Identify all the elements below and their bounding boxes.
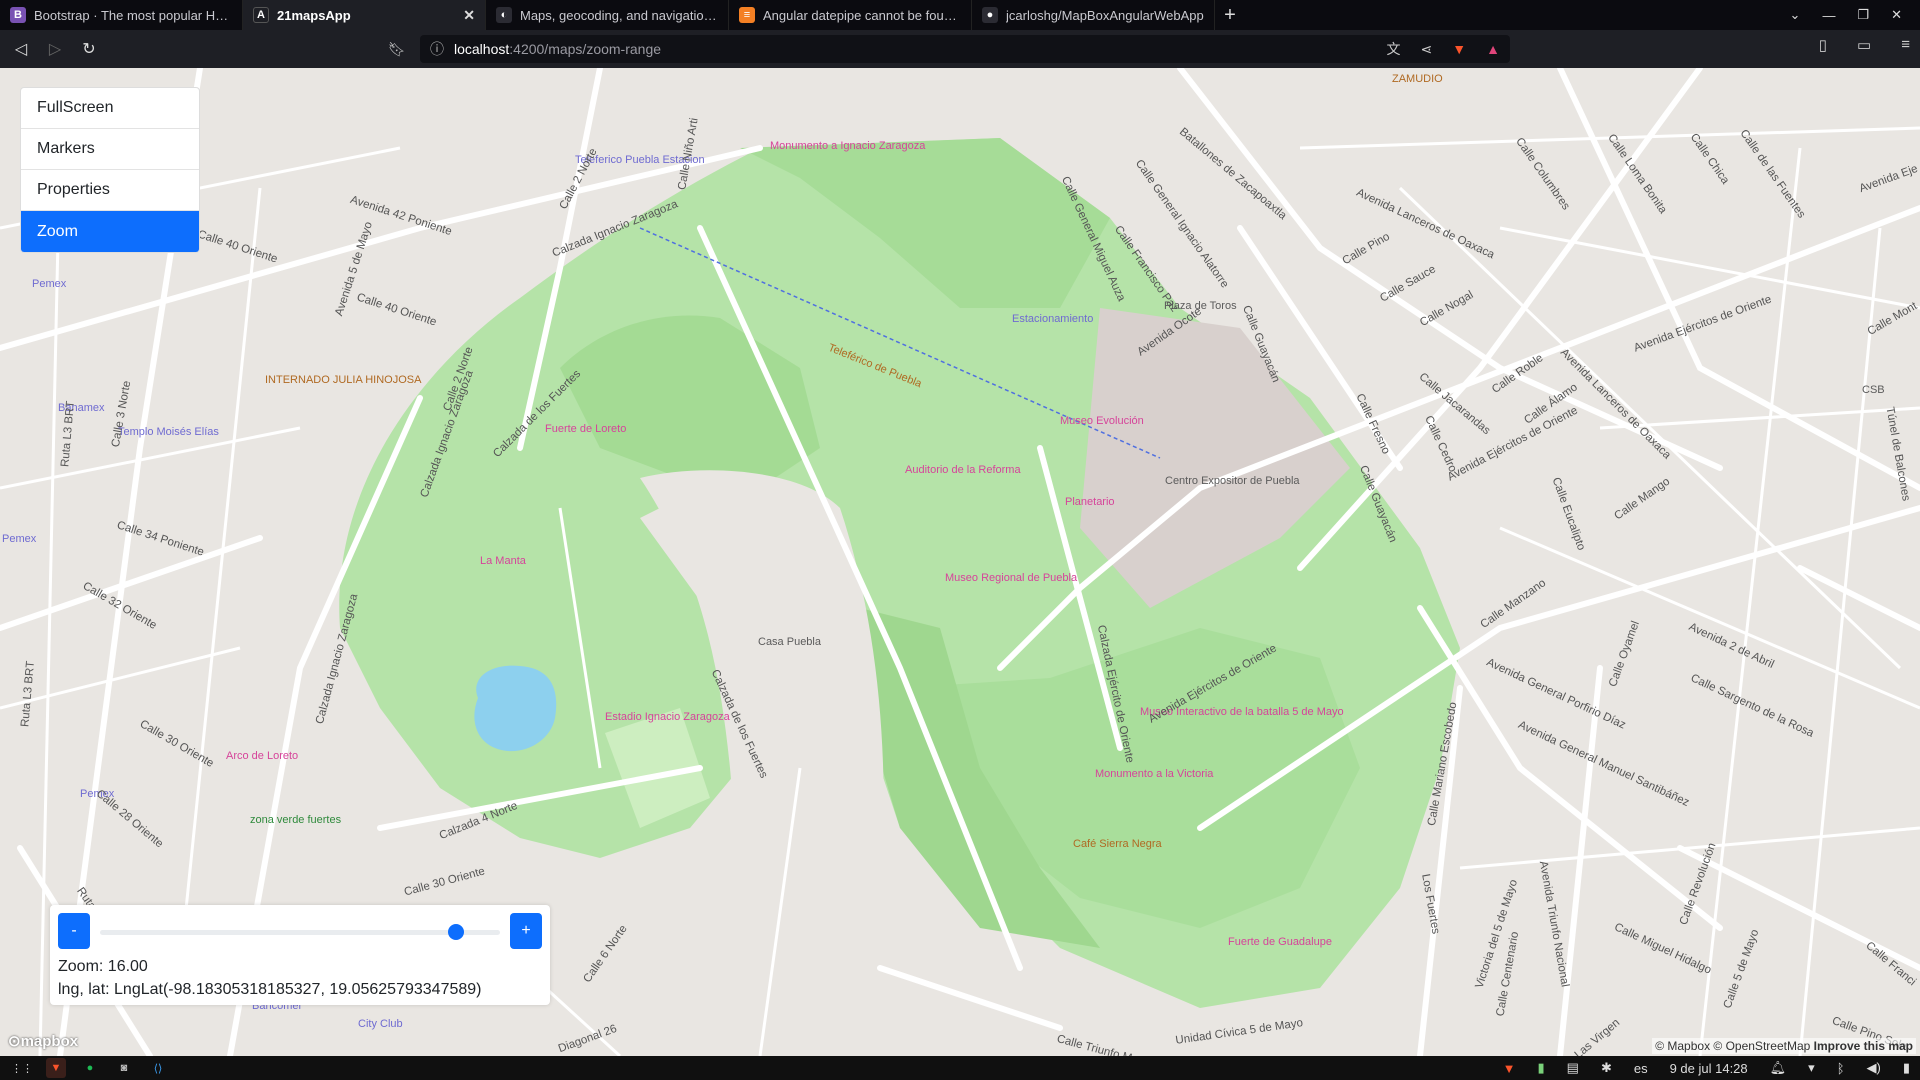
poi-fuerte-loreto[interactable]: Fuerte de Loreto xyxy=(545,423,626,435)
tab-title: 21mapsApp xyxy=(277,7,351,23)
reload-icon[interactable]: ↻ xyxy=(76,36,102,62)
poi-pemex-2[interactable]: Pemex xyxy=(2,533,36,545)
restore-icon[interactable]: ❐ xyxy=(1857,7,1869,23)
url-host: localhost xyxy=(454,41,510,57)
battery-monitor-icon[interactable]: ▮ xyxy=(1537,1060,1544,1076)
tab-mapbox[interactable]: ◐ Maps, geocoding, and navigation API xyxy=(486,0,729,30)
tab-bar: B Bootstrap · The most popular HTML, A 2… xyxy=(0,0,1920,30)
clipboard-icon[interactable]: ▤ xyxy=(1567,1060,1579,1076)
poi-cafe[interactable]: Café Sierra Negra xyxy=(1073,838,1162,850)
stackoverflow-icon: ≡ xyxy=(739,7,755,23)
bookmark-icon[interactable]: 🔖︎ xyxy=(388,41,406,58)
mapbox-logo[interactable]: ⊙mapbox xyxy=(8,1032,78,1050)
zoom-level-text: Zoom: 16.00 xyxy=(58,958,148,975)
maps-menu: FullScreen Markers Properties Zoom xyxy=(20,87,200,253)
lnglat-text: lng, lat: LngLat(-98.18305318185327, 19.… xyxy=(58,981,482,998)
poi-arco-loreto[interactable]: Arco de Loreto xyxy=(226,750,298,762)
forward-icon[interactable]: ▷ xyxy=(42,36,68,62)
tab-title: jcarloshg/MapBoxAngularWebApp xyxy=(1006,7,1204,23)
keyboard-language[interactable]: es xyxy=(1634,1061,1648,1076)
poi-monumento-zaragoza[interactable]: Monumento a Ignacio Zaragoza xyxy=(770,140,925,152)
brave-shield-icon[interactable]: ▼ xyxy=(1452,41,1466,57)
translate-icon[interactable]: 文 xyxy=(1387,39,1401,59)
app-grid-icon[interactable]: ⋮⋮ xyxy=(11,1058,33,1078)
back-icon[interactable]: ◁ xyxy=(8,36,34,62)
tab-title: Bootstrap · The most popular HTML, xyxy=(34,7,232,23)
map-canvas[interactable]: Monumento a Ignacio Zaragoza Teleferico … xyxy=(0,68,1920,1056)
close-tab-icon[interactable]: ✕ xyxy=(463,7,475,24)
poi-museo-evolucion[interactable]: Museo Evolución xyxy=(1060,415,1144,427)
poi-auditorio[interactable]: Auditorio de la Reforma xyxy=(905,464,1021,476)
poi-planetario[interactable]: Planetario xyxy=(1065,496,1115,508)
url-path: :4200/maps/zoom-range xyxy=(509,41,662,57)
window-controls: ⌄ — ❐ ✕ xyxy=(1790,0,1920,30)
poi-zona-verde[interactable]: zona verde fuertes xyxy=(250,814,341,826)
menu-item-markers[interactable]: Markers xyxy=(21,129,199,170)
zoom-out-button[interactable]: - xyxy=(58,913,90,949)
poi-la-manta[interactable]: La Manta xyxy=(480,555,526,567)
spotify-icon[interactable]: ● xyxy=(80,1058,100,1078)
map-attribution[interactable]: © Mapbox © OpenStreetMap Improve this ma… xyxy=(1652,1038,1916,1054)
minimize-icon[interactable]: — xyxy=(1822,8,1835,23)
poi-estadio[interactable]: Estadio Ignacio Zaragoza xyxy=(605,711,730,723)
menu-item-zoom[interactable]: Zoom xyxy=(21,211,199,252)
sidebar-icon[interactable]: ▯ xyxy=(1819,36,1827,54)
tab-bootstrap[interactable]: B Bootstrap · The most popular HTML, xyxy=(0,0,243,30)
volume-icon[interactable]: ◀) xyxy=(1867,1060,1881,1076)
tab-title: Maps, geocoding, and navigation API xyxy=(520,7,718,23)
clock[interactable]: 9 de jul 14:28 xyxy=(1670,1061,1748,1076)
bluetooth-icon[interactable]: ᛒ xyxy=(1837,1061,1845,1076)
tab-21mapsapp[interactable]: A 21mapsApp ✕ xyxy=(243,0,486,30)
menu-icon[interactable]: ≡ xyxy=(1901,36,1910,54)
share-icon[interactable]: ⋖ xyxy=(1421,41,1433,58)
attribution-text[interactable]: © Mapbox © OpenStreetMap xyxy=(1655,1039,1810,1053)
angular-icon: A xyxy=(253,7,269,23)
brave-tray-icon[interactable]: ▼ xyxy=(1503,1061,1516,1076)
poi-casa-puebla[interactable]: Casa Puebla xyxy=(758,636,821,648)
vscode-icon[interactable]: ⟨⟩ xyxy=(148,1058,168,1078)
poi-fuerte-guadalupe[interactable]: Fuerte de Guadalupe xyxy=(1228,936,1332,948)
tab-list-icon[interactable]: ⌄ xyxy=(1790,7,1801,23)
address-bar[interactable]: ⓘ localhost:4200/maps/zoom-range 文 ⋖ ▼ ▲ xyxy=(420,35,1510,63)
zoom-range-slider[interactable] xyxy=(100,913,500,949)
bootstrap-icon: B xyxy=(10,7,26,23)
tab-title: Angular datepipe cannot be found - xyxy=(763,7,961,23)
slider-thumb[interactable] xyxy=(447,924,464,940)
improve-map-link[interactable]: Improve this map xyxy=(1814,1039,1913,1053)
battery-icon[interactable]: ▮ xyxy=(1903,1060,1910,1076)
menu-item-fullscreen[interactable]: FullScreen xyxy=(21,88,199,129)
github-icon: ● xyxy=(982,7,998,23)
notifications-icon[interactable]: 🔔︎ xyxy=(1770,1060,1787,1076)
new-tab-button[interactable]: + xyxy=(1215,0,1245,30)
mapbox-icon: ◐ xyxy=(496,7,512,23)
accessibility-icon[interactable]: ✱ xyxy=(1601,1060,1612,1076)
browser-toolbar: ◁ ▷ ↻ 🔖︎ ⓘ localhost:4200/maps/zoom-rang… xyxy=(0,30,1920,68)
screenshot-icon[interactable]: ◙ xyxy=(114,1058,134,1078)
site-info-icon[interactable]: ⓘ xyxy=(430,39,444,59)
poi-csb[interactable]: CSB xyxy=(1862,384,1885,396)
poi-pemex-1[interactable]: Pemex xyxy=(32,278,66,290)
wallet-icon[interactable]: ▭ xyxy=(1857,36,1871,54)
poi-internado[interactable]: INTERNADO JULIA HINOJOSA xyxy=(265,374,421,386)
brave-icon[interactable]: ▼ xyxy=(46,1058,66,1078)
zoom-in-button[interactable]: + xyxy=(510,913,542,949)
poi-estacionamiento[interactable]: Estacionamiento xyxy=(1012,313,1093,325)
wifi-icon[interactable]: ▾ xyxy=(1808,1060,1815,1076)
close-window-icon[interactable]: ✕ xyxy=(1891,7,1902,23)
menu-item-properties[interactable]: Properties xyxy=(21,170,199,211)
os-taskbar: ⋮⋮ ▼ ● ◙ ⟨⟩ ▼ ▮ ▤ ✱ es 9 de jul 14:28 🔔︎… xyxy=(0,1056,1920,1080)
zoom-panel: - + Zoom: 16.00 lng, lat: LngLat(-98.183… xyxy=(50,905,550,1005)
poi-centro-expositor[interactable]: Centro Expositor de Puebla xyxy=(1165,475,1300,487)
poi-monumento-victoria[interactable]: Monumento a la Victoria xyxy=(1095,768,1213,780)
poi-zamudio[interactable]: ZAMUDIO xyxy=(1392,73,1443,85)
tab-github[interactable]: ● jcarloshg/MapBoxAngularWebApp xyxy=(972,0,1215,30)
brave-rewards-icon[interactable]: ▲ xyxy=(1486,41,1500,57)
tab-stackoverflow[interactable]: ≡ Angular datepipe cannot be found - xyxy=(729,0,972,30)
poi-museo-regional[interactable]: Museo Regional de Puebla xyxy=(945,572,1077,584)
slider-track xyxy=(100,930,500,935)
poi-city-club[interactable]: City Club xyxy=(358,1018,403,1030)
poi-templo[interactable]: Templo Moisés Elías xyxy=(118,426,219,438)
